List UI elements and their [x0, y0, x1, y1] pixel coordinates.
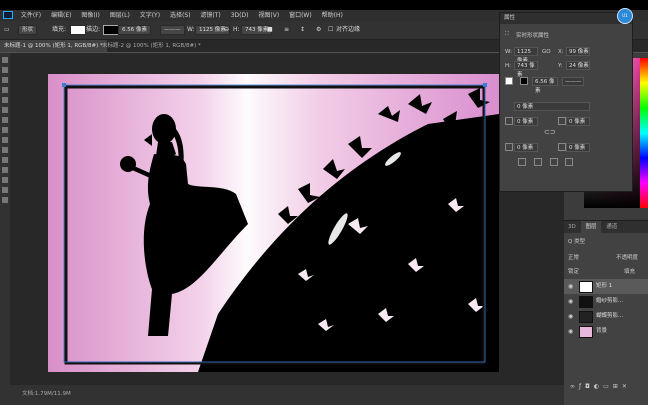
layer-actions: ∞ƒ◘◐▭⊞✕ — [570, 383, 631, 390]
prop-x-input[interactable]: 99 像素 — [566, 47, 590, 56]
status-bar: 文档:1.79M/11.9M — [0, 385, 564, 405]
photoshop-window: 文件(F) 编辑(E) 图像(I) 图层(L) 文字(Y) 选择(S) 滤镜(T… — [0, 0, 648, 405]
eye-icon[interactable]: ◉ — [568, 279, 573, 294]
tab-channels[interactable]: 通道 — [602, 221, 621, 233]
layers-panel: 3D 图层 通道 Q 类型 正常 不透明度 锁定 填充 ◉ 矩形 1 ◉ 婚纱剪… — [564, 220, 648, 405]
handle-top-left[interactable] — [62, 83, 66, 87]
prop-w-input[interactable]: 1125 像素 — [514, 47, 538, 64]
mask-icon[interactable]: ◘ — [585, 383, 594, 390]
prop-corner-tl[interactable]: 0 像素 — [514, 117, 538, 126]
prop-corner-br[interactable]: 0 像素 — [566, 143, 590, 152]
layer-thumb — [579, 326, 593, 338]
rectangle-frame[interactable] — [64, 85, 486, 365]
prop-corner-tr[interactable]: 0 像素 — [566, 117, 590, 126]
link-layers-icon[interactable]: ∞ — [570, 383, 579, 390]
layer-name: 矩形 1 — [596, 283, 613, 289]
intersect-icon[interactable] — [549, 158, 558, 166]
link-corners-icon[interactable]: ⊂⊃ — [544, 128, 556, 136]
user-avatar[interactable]: U1 — [617, 8, 633, 24]
prop-corner-all[interactable]: 0 像素 — [514, 102, 590, 111]
layer-row[interactable]: ◉ 矩形 1 — [564, 279, 648, 294]
prop-stroke-swatch[interactable] — [520, 77, 528, 85]
layers-tabs: 3D 图层 通道 — [564, 221, 648, 233]
adjust-icon[interactable]: ◐ — [594, 383, 603, 390]
layer-name: 背景 — [596, 328, 608, 334]
trash-icon[interactable]: ✕ — [622, 383, 631, 390]
layer-name: 婚纱剪影... — [596, 298, 624, 304]
layer-row[interactable]: ◉ 蝴蝶剪影... — [564, 309, 648, 324]
prop-fill-swatch[interactable] — [505, 77, 513, 85]
folder-icon[interactable]: ▭ — [603, 383, 613, 390]
layer-row[interactable]: ◉ 婚纱剪影... — [564, 294, 648, 309]
eye-icon[interactable]: ◉ — [568, 294, 573, 309]
layer-name: 蝴蝶剪影... — [596, 313, 624, 319]
opacity-label: 不透明度 — [616, 255, 639, 261]
prop-h-input[interactable]: 743 像素 — [514, 61, 538, 78]
prop-go-label: GO — [542, 49, 551, 55]
prop-y-label: Y: — [558, 63, 563, 69]
prop-corner-tr-icon — [558, 117, 566, 125]
prop-corner-bl[interactable]: 0 像素 — [514, 143, 538, 152]
path-ops-row — [518, 158, 574, 168]
handle-top-right[interactable] — [483, 83, 487, 87]
prop-corner-br-icon — [558, 143, 566, 151]
new-layer-icon[interactable]: ⊞ — [613, 383, 622, 390]
prop-h-label: H: — [505, 63, 511, 69]
tab-3d[interactable]: 3D — [564, 221, 580, 233]
exclude-icon[interactable] — [565, 158, 574, 166]
layer-filter-select[interactable]: Q 类型 — [568, 237, 585, 245]
prop-w-label: W: — [505, 49, 512, 55]
prop-y-input[interactable]: 24 像素 — [566, 61, 590, 70]
blend-mode-select[interactable]: 正常 — [568, 253, 579, 261]
eye-icon[interactable]: ◉ — [568, 324, 573, 339]
doc-size-text: 文档:1.79M/11.9M — [22, 391, 71, 397]
layer-thumb — [579, 311, 593, 323]
combine-icon[interactable] — [518, 158, 526, 166]
hue-slider[interactable] — [640, 58, 648, 208]
shape-props-icon: ⛶ — [505, 31, 509, 37]
properties-title: 属性 — [504, 15, 516, 21]
lock-label: 锁定 — [568, 269, 580, 275]
layer-row[interactable]: ◉ 背景 — [564, 324, 648, 339]
layer-thumb — [579, 296, 593, 308]
selection-bounds — [63, 84, 486, 363]
layer-thumb — [579, 281, 593, 293]
properties-subtitle: 实时形状属性 — [516, 33, 550, 39]
prop-stroke-type[interactable]: ——— — [562, 77, 584, 86]
properties-panel: 属性 ⛶ 实时形状属性 W: 1125 像素 GO X: 99 像素 H: 74… — [499, 12, 633, 192]
fill-label: 填充 — [624, 269, 636, 275]
prop-corner-bl-icon — [505, 143, 513, 151]
tab-layers[interactable]: 图层 — [581, 221, 601, 233]
subtract-icon[interactable] — [533, 158, 542, 166]
eye-icon[interactable]: ◉ — [568, 309, 573, 324]
prop-stroke-width[interactable]: 6.56 像素 — [532, 77, 558, 94]
prop-x-label: X: — [558, 49, 564, 55]
prop-corner-tl-icon — [505, 117, 513, 125]
